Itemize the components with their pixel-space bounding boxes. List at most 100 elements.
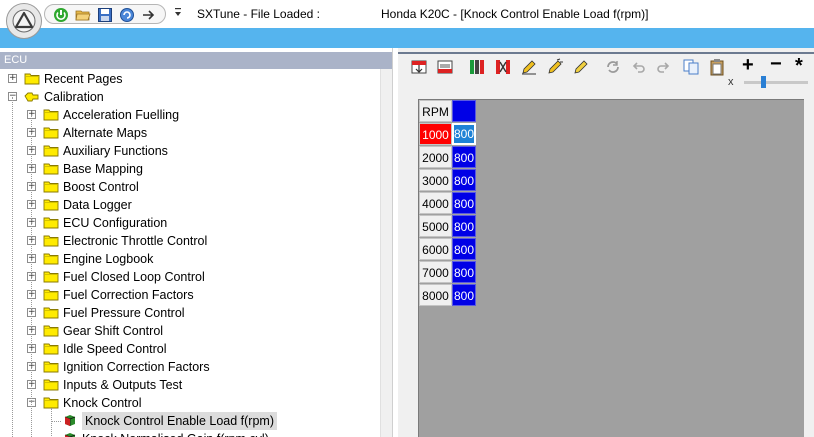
copy-down-icon[interactable] [436,58,454,76]
tree-item[interactable]: − Calibration [0,88,380,106]
folder-icon [43,340,59,358]
arrow-right-icon[interactable] [141,7,157,23]
tree-item[interactable]: + Alternate Maps [0,124,380,142]
table-cube-icon [62,430,78,437]
rpm-cell[interactable]: 7000 [419,261,452,283]
clear-columns-icon[interactable] [494,58,512,76]
open-folder-icon [24,88,40,106]
panel-header: ECU [0,52,392,69]
sync-icon[interactable] [604,58,622,76]
tree-connector-line [51,421,61,422]
tree-item[interactable]: + Boost Control [0,178,380,196]
tree-item-label: ECU Configuration [63,216,168,230]
tree-item[interactable]: + Recent Pages [0,70,380,88]
rpm-cell[interactable]: 6000 [419,238,452,260]
tree-item-label: Fuel Pressure Control [63,306,185,320]
tree-item[interactable]: + Ignition Correction Factors [0,358,380,376]
tree-item-label: Fuel Closed Loop Control [63,270,205,284]
tree-item[interactable]: + Fuel Correction Factors [0,286,380,304]
tree-item[interactable]: + Electronic Throttle Control [0,232,380,250]
value-cell[interactable]: 800 [452,261,476,283]
ecu-tree-panel: ECU + Recent Pages − Calibration + Accelerati… [0,48,392,437]
tree-item-label: Electronic Throttle Control [63,234,208,248]
tree-item[interactable]: + Gear Shift Control [0,322,380,340]
rpm-cell[interactable]: 3000 [419,169,452,191]
tree-item-label: Base Mapping [63,162,143,176]
title-bar: SXTune - File Loaded : Honda K20C - [Kno… [0,0,814,39]
interpolate-columns-icon[interactable] [468,58,486,76]
value-cell[interactable]: 800 [452,192,476,214]
undo-icon[interactable] [630,58,648,76]
tree-item[interactable]: + Engine Logbook [0,250,380,268]
zoom-in-button[interactable]: + [742,54,754,77]
zoom-slider-thumb[interactable] [761,76,766,88]
edit-selection-icon[interactable] [546,58,564,76]
folder-icon [43,142,59,160]
value-cell[interactable]: 800 [452,215,476,237]
ecu-tree: + Recent Pages − Calibration + Acceleration F… [0,69,380,437]
rpm-cell[interactable]: 2000 [419,146,452,168]
tree-item[interactable]: Knock Normalised Gain f(rpm,cyl) [0,430,380,437]
folder-icon [43,160,59,178]
copy-up-icon[interactable] [410,58,428,76]
tree-scrollbar[interactable] [380,69,392,437]
tree-item-label: Auxiliary Functions [63,144,168,158]
tree-item[interactable]: + Fuel Closed Loop Control [0,268,380,286]
value-cell[interactable]: 800 [452,284,476,306]
tree-item[interactable]: − Knock Control [0,394,380,412]
value-cell[interactable]: 800 [452,123,476,145]
value-cell[interactable]: 800 [452,146,476,168]
quick-access-toolbar [44,4,166,24]
rpm-cell[interactable]: 4000 [419,192,452,214]
value-header [452,100,476,122]
tree-connector-line [12,97,13,437]
ribbon-bar [0,28,814,48]
folder-icon [43,304,59,322]
tree-item-label: Alternate Maps [63,126,148,140]
power-icon[interactable] [53,7,69,23]
tree-item[interactable]: + Base Mapping [0,160,380,178]
paste-icon[interactable] [708,58,726,76]
tree-item-label: Acceleration Fuelling [63,108,180,122]
copy-icon[interactable] [682,58,700,76]
zoom-out-button[interactable]: − [770,53,782,76]
folder-icon [43,178,59,196]
pencil-icon[interactable] [572,58,590,76]
multiply-button[interactable]: * [795,55,803,78]
folder-icon [43,106,59,124]
folder-icon [43,322,59,340]
rpm-cell[interactable]: 8000 [419,284,452,306]
tree-item[interactable]: + Auxiliary Functions [0,142,380,160]
tree-item[interactable]: + ECU Configuration [0,214,380,232]
save-disk-icon[interactable] [97,7,113,23]
value-cell[interactable]: 800 [452,238,476,260]
tree-item[interactable]: + Data Logger [0,196,380,214]
table-editor-panel: + − * x RPM 1000 800 2000 800 3000 800 4000 800 5… [398,48,814,437]
tree-item-label: Boost Control [63,180,139,194]
expand-icon[interactable]: + [8,74,17,83]
tree-item-label: Engine Logbook [63,252,154,266]
rpm-cell[interactable]: 1000 [419,123,452,145]
dropdown-arrow-icon[interactable] [174,7,182,19]
refresh-ecu-icon[interactable] [119,7,135,23]
zoom-x-label: x [728,76,734,88]
tree-connector-line [51,408,52,437]
table-cube-icon [62,412,78,430]
tree-item[interactable]: + Inputs & Outputs Test [0,376,380,394]
tree-item-label: Data Logger [63,198,132,212]
rpm-cell[interactable]: 5000 [419,215,452,237]
tree-item[interactable]: + Acceleration Fuelling [0,106,380,124]
tree-connector-line [31,115,32,437]
folder-icon [43,268,59,286]
open-folder-icon[interactable] [75,7,91,23]
window-title-app: SXTune - File Loaded : [197,7,320,21]
redo-icon[interactable] [654,58,672,76]
tree-item[interactable]: + Idle Speed Control [0,340,380,358]
tree-item[interactable]: + Fuel Pressure Control [0,304,380,322]
edit-cell-icon[interactable] [520,58,538,76]
zoom-slider[interactable] [744,81,808,84]
value-cell[interactable]: 800 [452,169,476,191]
table-toolbar: + − * [398,53,814,94]
app-logo[interactable] [6,3,42,39]
tree-item-label: Knock Control [63,396,142,410]
